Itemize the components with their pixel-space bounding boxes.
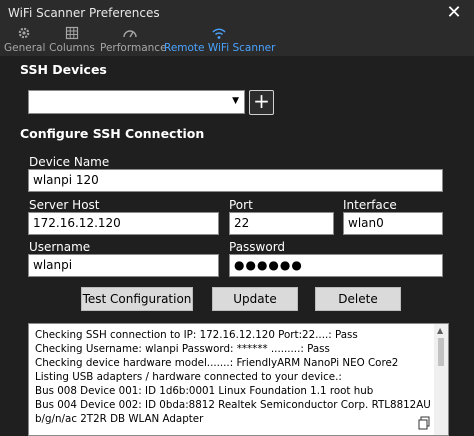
device-name-field[interactable]: wlanpi 120 <box>28 169 443 192</box>
copy-icon[interactable] <box>418 415 430 430</box>
log-line: Listing USB adapters / hardware connecte… <box>35 371 342 383</box>
scroll-thumb[interactable] <box>438 338 444 366</box>
log-line: Checking device hardware model.......: F… <box>35 357 399 369</box>
log-scrollbar[interactable]: ▲ <box>434 324 448 435</box>
ssh-devices-dropdown[interactable]: ▼ <box>28 90 245 114</box>
device-name-label: Device Name <box>29 155 110 169</box>
port-label: Port <box>229 198 253 212</box>
tab-remote-wifi-scanner[interactable]: Remote WiFi Scanner <box>164 26 276 56</box>
username-label: Username <box>29 240 91 254</box>
tab-columns[interactable]: Columns <box>48 26 96 56</box>
delete-button[interactable]: Delete <box>315 287 401 311</box>
username-field[interactable]: wlanpi <box>28 254 219 277</box>
wifi-icon <box>164 26 274 42</box>
log-line: b/g/n/ac 2T2R DB WLAN Adapter <box>35 413 204 425</box>
configure-heading: Configure SSH Connection <box>20 126 205 141</box>
log-line: Checking Username: wlanpi Password: ****… <box>35 343 330 355</box>
log-line: Bus 004 Device 002: ID 0bda:8812 Realtek… <box>35 399 449 411</box>
server-host-label: Server Host <box>29 198 100 212</box>
tab-performance-label: Performance <box>100 42 167 54</box>
gauge-icon <box>100 26 160 42</box>
add-device-button[interactable]: + <box>249 90 274 115</box>
test-configuration-button[interactable]: Test Configuration <box>81 287 193 311</box>
log-output[interactable]: Checking SSH connection to IP: 172.16.12… <box>28 323 449 436</box>
columns-icon <box>48 26 96 42</box>
gear-icon <box>4 26 44 42</box>
log-lines: Checking SSH connection to IP: 172.16.12… <box>35 328 449 426</box>
ssh-devices-heading: SSH Devices <box>20 62 107 77</box>
server-host-field[interactable]: 172.16.12.120 <box>28 212 219 235</box>
interface-field[interactable]: wlan0 <box>343 212 443 235</box>
title-bar: WiFi Scanner Preferences ✕ <box>0 0 474 28</box>
password-label: Password <box>229 240 286 254</box>
tab-remote-wifi-scanner-label: Remote WiFi Scanner <box>164 42 276 54</box>
close-button[interactable]: ✕ <box>434 0 474 28</box>
scroll-up-icon[interactable]: ▲ <box>437 326 443 335</box>
tab-general[interactable]: General <box>4 26 46 56</box>
interface-label: Interface <box>343 198 397 212</box>
update-button[interactable]: Update <box>212 287 298 311</box>
tab-columns-label: Columns <box>49 42 95 54</box>
tab-bar: General Columns Performance Remote WiFi … <box>0 26 474 56</box>
password-field[interactable]: ●●●●●● <box>229 254 443 277</box>
port-field[interactable]: 22 <box>229 212 334 235</box>
log-line: Checking SSH connection to IP: 172.16.12… <box>35 329 358 341</box>
log-line: Bus 008 Device 001: ID 1d6b:0001 Linux F… <box>35 385 374 397</box>
chevron-down-icon: ▼ <box>232 96 239 106</box>
window-title: WiFi Scanner Preferences <box>8 6 160 20</box>
tab-general-label: General <box>4 42 46 54</box>
tab-performance[interactable]: Performance <box>100 26 167 56</box>
